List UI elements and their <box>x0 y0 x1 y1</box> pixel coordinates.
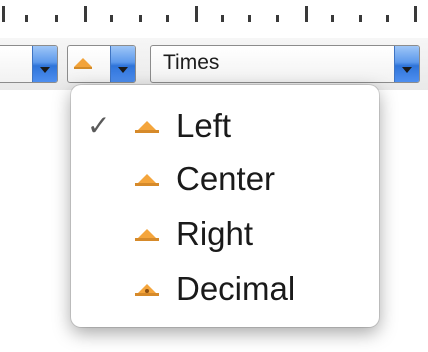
alignment-menu: ✓ Left Center Right Decimal <box>71 85 379 327</box>
align-decimal-icon <box>135 284 159 298</box>
popup-arrow-button[interactable] <box>32 46 57 82</box>
menu-item-label: Left <box>176 107 232 144</box>
chevron-down-icon <box>40 67 50 73</box>
menu-item-left[interactable]: ✓ Left <box>71 99 379 153</box>
ruler-tick <box>110 15 113 22</box>
menu-item-label: Decimal <box>176 270 296 307</box>
ruler-tick <box>195 6 198 22</box>
ruler-tick <box>25 15 28 22</box>
ruler-tick <box>414 6 417 22</box>
menu-item-label: Right <box>176 215 254 252</box>
menu-item-decimal[interactable]: Decimal <box>71 262 379 316</box>
chevron-down-icon <box>402 67 412 73</box>
align-center-icon <box>135 174 159 188</box>
checkmark-icon: ✓ <box>87 109 111 142</box>
menu-item-right[interactable]: Right <box>71 207 379 261</box>
menu-item-label: Center <box>176 160 276 197</box>
ruler-tick <box>359 15 362 22</box>
format-toolbar: Times <box>0 38 428 90</box>
ruler-tick <box>331 15 334 22</box>
ruler[interactable] <box>0 0 428 30</box>
ruler-tick <box>221 15 224 22</box>
ruler-tick <box>276 15 279 22</box>
line-spacing-popup[interactable] <box>0 45 58 83</box>
ruler-tick <box>305 6 308 22</box>
align-left-icon <box>74 58 92 69</box>
menu-item-center[interactable]: Center <box>71 152 379 206</box>
chevron-down-icon <box>118 67 128 73</box>
ruler-tick <box>166 15 169 22</box>
ruler-tick <box>55 15 58 22</box>
ruler-tick <box>2 6 5 22</box>
align-left-icon <box>135 121 159 135</box>
window: Times ✓ Left Center Right Decimal <box>0 0 428 352</box>
font-popup-value: Times <box>163 51 220 74</box>
popup-arrow-button[interactable] <box>394 46 419 82</box>
align-right-icon <box>135 229 159 243</box>
popup-arrow-button[interactable] <box>110 46 135 82</box>
font-popup[interactable]: Times <box>150 45 420 83</box>
ruler-tick <box>84 6 87 22</box>
ruler-tick <box>139 15 142 22</box>
alignment-popup[interactable] <box>67 45 136 83</box>
ruler-tick <box>386 15 389 22</box>
ruler-tick <box>248 15 251 22</box>
